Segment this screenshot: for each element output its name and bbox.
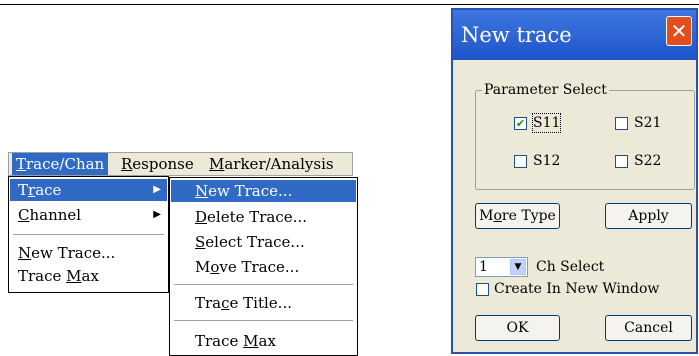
menu-trace-chan-label: race/Chan: [26, 155, 105, 173]
dropdown-arrow-icon[interactable]: ▼: [510, 259, 526, 275]
menu-separator: [13, 234, 164, 235]
menu-separator: [174, 284, 353, 285]
s11-label[interactable]: S11: [531, 113, 562, 133]
close-icon[interactable]: ✕: [666, 16, 692, 46]
channel-select-label: Ch Select: [536, 259, 605, 275]
s21-checkbox[interactable]: [615, 117, 628, 130]
submenu-item-trace-title[interactable]: Trace Title...: [171, 292, 356, 314]
trace-chan-dropdown: Trace ▶ Channel ▶ New Trace... Trace Max: [8, 176, 169, 293]
submenu-item-new-trace[interactable]: New Trace...: [171, 180, 356, 202]
submenu-item-move-trace[interactable]: Move Trace...: [171, 256, 356, 278]
s12-checkbox[interactable]: [514, 155, 527, 168]
channel-select-combo[interactable]: 1 ▼: [475, 257, 528, 277]
dialog-titlebar[interactable]: New trace ✕: [453, 10, 696, 60]
submenu-arrow-icon: ▶: [153, 209, 161, 220]
menu-marker-analysis[interactable]: Marker/Analysis: [205, 153, 338, 175]
menu-trace-chan[interactable]: Trace/Chan: [12, 153, 109, 175]
submenu-item-trace-max[interactable]: Trace Max: [171, 330, 356, 352]
menu-response-mnemonic: R: [121, 155, 133, 173]
submenu-item-select-trace[interactable]: Select Trace...: [171, 231, 356, 253]
menu-trace-chan-mnemonic: T: [16, 155, 27, 173]
check-mark-icon: ✔: [515, 117, 526, 130]
menu-separator: [174, 320, 353, 321]
create-in-new-window-checkbox[interactable]: [476, 283, 489, 296]
submenu-arrow-icon: ▶: [153, 184, 161, 195]
menu-item-new-trace[interactable]: New Trace...: [10, 242, 167, 264]
s12-label[interactable]: S12: [533, 152, 560, 170]
cancel-button[interactable]: Cancel: [605, 315, 692, 341]
create-in-new-window-label[interactable]: Create In New Window: [494, 280, 659, 298]
more-type-button[interactable]: More Type: [475, 203, 560, 229]
apply-button[interactable]: Apply: [605, 203, 692, 229]
parameter-select-label: Parameter Select: [482, 82, 609, 98]
menu-marker-analysis-mnemonic: M: [209, 155, 225, 173]
s11-checkbox[interactable]: ✔: [514, 117, 527, 130]
submenu-item-delete-trace[interactable]: Delete Trace...: [171, 206, 356, 228]
menu-item-trace-max[interactable]: Trace Max: [10, 265, 167, 287]
trace-submenu: New Trace... Delete Trace... Select Trac…: [169, 177, 358, 356]
dialog-title: New trace: [461, 23, 572, 47]
s22-label[interactable]: S22: [634, 152, 661, 170]
s21-label[interactable]: S21: [634, 114, 661, 132]
parameter-select-group: Parameter Select ✔ S11 S21 S12 S22: [475, 82, 695, 190]
new-trace-dialog: New trace ✕ Parameter Select ✔ S11 S21 S…: [451, 8, 698, 354]
menu-item-trace[interactable]: Trace ▶: [10, 179, 167, 201]
s22-checkbox[interactable]: [615, 155, 628, 168]
channel-select-value: 1: [479, 259, 488, 275]
menu-response[interactable]: Response: [117, 153, 198, 175]
menu-response-label: esponse: [132, 155, 194, 173]
menu-bar: Trace/Chan Response Marker/Analysis: [8, 152, 353, 176]
menu-item-channel[interactable]: Channel ▶: [10, 204, 167, 226]
ok-button[interactable]: OK: [475, 315, 560, 341]
menu-marker-analysis-label: arker/Analysis: [224, 155, 334, 173]
top-rule: [0, 4, 699, 5]
